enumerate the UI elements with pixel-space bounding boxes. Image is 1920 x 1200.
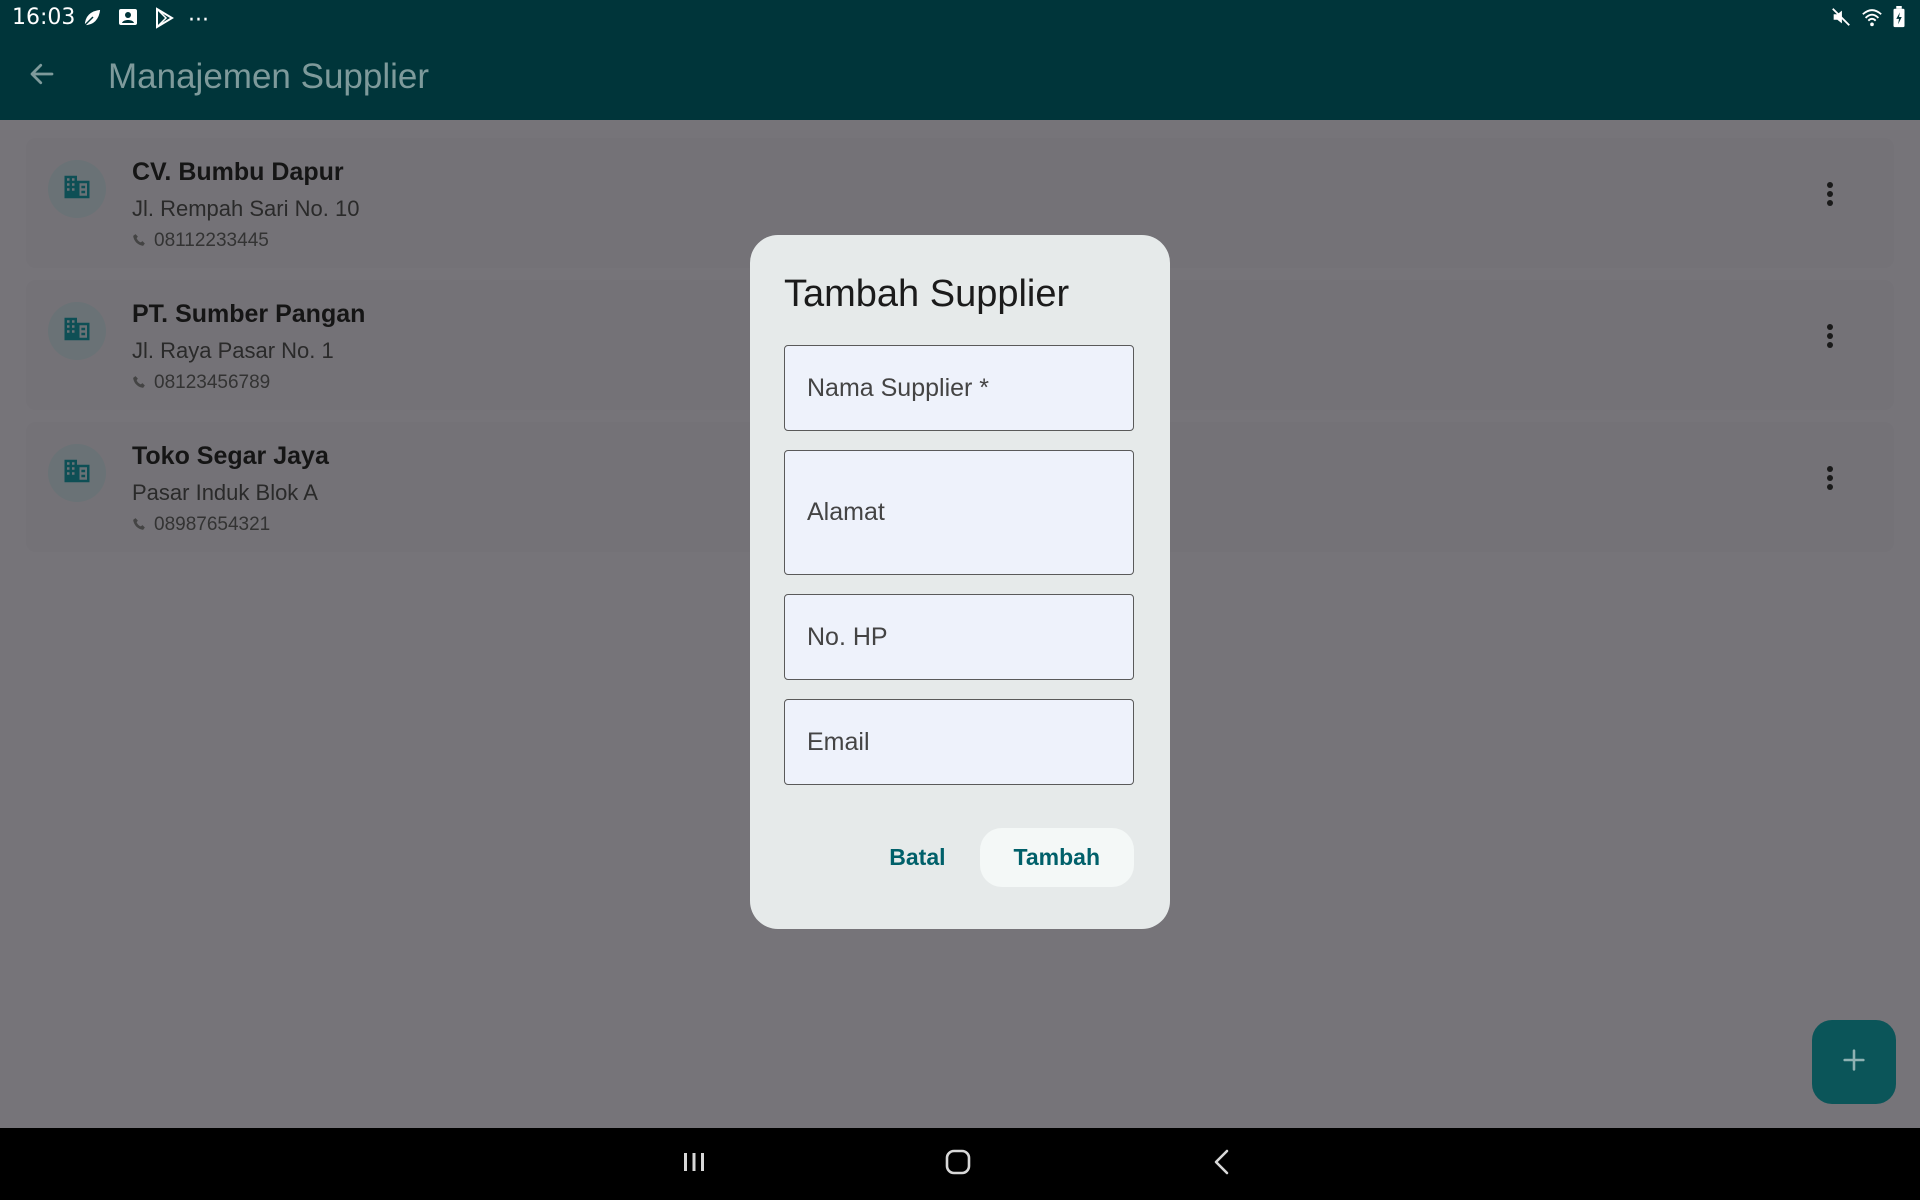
supplier-phone-row: 08123456789 bbox=[132, 372, 270, 394]
phone-field[interactable] bbox=[784, 594, 1134, 680]
mute-icon bbox=[1830, 6, 1852, 32]
home-icon bbox=[944, 1148, 972, 1180]
supplier-name: PT. Sumber Pangan bbox=[132, 300, 366, 328]
building-icon bbox=[62, 314, 92, 348]
address-field[interactable] bbox=[784, 450, 1134, 575]
building-icon bbox=[62, 456, 92, 490]
dialog-actions: Batal Tambah bbox=[877, 828, 1134, 887]
plus-icon bbox=[1840, 1046, 1868, 1078]
supplier-phone: 08987654321 bbox=[154, 514, 271, 535]
status-time: 16:03 bbox=[12, 5, 76, 30]
back-nav-button[interactable] bbox=[1192, 1138, 1252, 1190]
arrow-back-icon bbox=[27, 59, 57, 93]
more-options-button[interactable] bbox=[1810, 176, 1850, 216]
status-bar: 16:03 ··· bbox=[0, 0, 1920, 36]
add-supplier-fab[interactable] bbox=[1812, 1020, 1896, 1104]
building-icon bbox=[62, 172, 92, 206]
battery-icon bbox=[1892, 6, 1906, 32]
more-vert-icon bbox=[1826, 181, 1834, 211]
supplier-name: Toko Segar Jaya bbox=[132, 442, 329, 470]
recent-apps-button[interactable] bbox=[664, 1138, 724, 1190]
status-icons-left: ··· bbox=[80, 6, 209, 34]
more-options-button[interactable] bbox=[1810, 318, 1850, 358]
add-button[interactable]: Tambah bbox=[979, 828, 1134, 887]
supplier-phone-row: 08987654321 bbox=[132, 514, 270, 536]
phone-input[interactable] bbox=[785, 595, 1133, 679]
email-input[interactable] bbox=[785, 700, 1133, 784]
supplier-address: Jl. Raya Pasar No. 1 bbox=[132, 338, 334, 363]
page-title: Manajemen Supplier bbox=[108, 57, 430, 96]
back-icon bbox=[1210, 1148, 1234, 1180]
supplier-name-field[interactable] bbox=[784, 345, 1134, 431]
status-icons-right bbox=[1830, 6, 1906, 32]
back-button[interactable] bbox=[22, 56, 62, 96]
avatar bbox=[48, 444, 106, 502]
home-button[interactable] bbox=[928, 1138, 988, 1190]
recent-apps-icon bbox=[681, 1150, 707, 1178]
supplier-phone-row: 08112233445 bbox=[132, 230, 269, 252]
email-field[interactable] bbox=[784, 699, 1134, 785]
supplier-address: Jl. Rempah Sari No. 10 bbox=[132, 196, 360, 221]
dialog-title: Tambah Supplier bbox=[784, 273, 1070, 315]
avatar bbox=[48, 302, 106, 360]
wifi-icon bbox=[1860, 6, 1884, 32]
leaf-icon bbox=[80, 6, 104, 34]
play-store-icon bbox=[152, 6, 176, 34]
system-nav-bar bbox=[0, 1128, 1920, 1200]
phone-icon bbox=[132, 374, 146, 393]
supplier-name-input[interactable] bbox=[785, 346, 1133, 430]
phone-icon bbox=[132, 232, 146, 251]
notification-icon bbox=[116, 6, 140, 34]
app-bar: Manajemen Supplier bbox=[0, 36, 1920, 120]
add-supplier-dialog: Tambah Supplier Batal Tambah bbox=[750, 235, 1170, 929]
more-vert-icon bbox=[1826, 323, 1834, 353]
address-input[interactable] bbox=[785, 451, 1133, 574]
supplier-phone: 08112233445 bbox=[154, 230, 269, 251]
phone-icon bbox=[132, 516, 146, 535]
supplier-phone: 08123456789 bbox=[154, 372, 271, 393]
more-options-button[interactable] bbox=[1810, 460, 1850, 500]
supplier-name: CV. Bumbu Dapur bbox=[132, 158, 344, 186]
avatar bbox=[48, 160, 106, 218]
more-dots-icon: ··· bbox=[188, 7, 209, 33]
cancel-button[interactable]: Batal bbox=[877, 828, 957, 887]
more-vert-icon bbox=[1826, 465, 1834, 495]
supplier-address: Pasar Induk Blok A bbox=[132, 480, 318, 505]
